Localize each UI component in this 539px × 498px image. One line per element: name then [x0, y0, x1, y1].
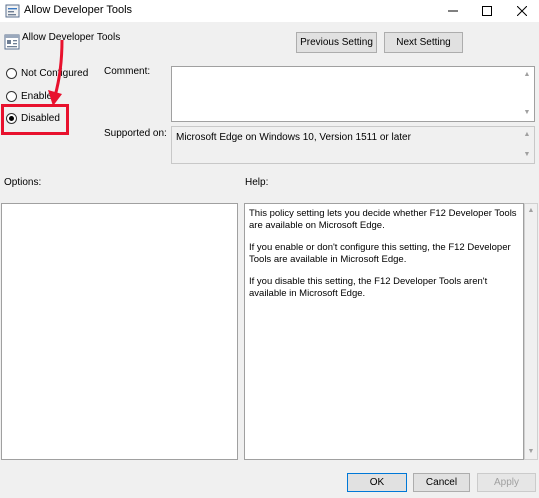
options-label: Options: — [4, 177, 42, 188]
window-title: Allow Developer Tools — [24, 4, 133, 16]
help-label: Help: — [245, 177, 269, 188]
scroll-up-icon[interactable]: ▲ — [526, 206, 536, 216]
comment-textarea[interactable]: ▲ ▼ — [171, 66, 535, 122]
comment-label: Comment: — [104, 66, 151, 77]
maximize-icon — [482, 6, 492, 16]
help-paragraph: This policy setting lets you decide whet… — [249, 208, 517, 231]
scroll-down-icon[interactable]: ▼ — [522, 108, 532, 118]
supported-on-value: Microsoft Edge on Windows 10, Version 15… — [176, 132, 411, 143]
minimize-icon — [448, 10, 458, 12]
radio-circle[interactable] — [6, 68, 17, 79]
supported-on-field: Microsoft Edge on Windows 10, Version 15… — [171, 126, 535, 164]
scroll-down-icon[interactable]: ▼ — [526, 447, 536, 457]
scroll-up-icon[interactable]: ▲ — [522, 130, 532, 140]
help-paragraph: If you disable this setting, the F12 Dev… — [249, 276, 488, 299]
policy-app-icon — [5, 4, 20, 18]
help-pane: This policy setting lets you decide whet… — [244, 203, 524, 460]
apply-button[interactable]: Apply — [477, 473, 536, 492]
ok-button[interactable]: OK — [347, 473, 407, 492]
policy-setting-icon — [4, 34, 20, 50]
annotation-arrow-icon — [48, 39, 64, 106]
minimize-button[interactable] — [436, 0, 470, 22]
help-paragraph: If you enable or don't configure this se… — [249, 242, 511, 265]
scroll-down-icon[interactable]: ▼ — [522, 150, 532, 160]
scroll-up-icon[interactable]: ▲ — [522, 70, 532, 80]
maximize-button[interactable] — [470, 0, 504, 22]
annotation-highlight-box — [1, 104, 69, 135]
cancel-button[interactable]: Cancel — [413, 473, 470, 492]
next-setting-button[interactable]: Next Setting — [384, 32, 463, 53]
help-scrollbar[interactable]: ▲ ▼ — [524, 203, 538, 460]
close-icon — [517, 6, 527, 16]
radio-circle[interactable] — [6, 91, 17, 102]
supported-on-label: Supported on: — [104, 128, 167, 139]
close-button[interactable] — [505, 0, 539, 22]
previous-setting-button[interactable]: Previous Setting — [296, 32, 377, 53]
options-pane — [1, 203, 238, 460]
